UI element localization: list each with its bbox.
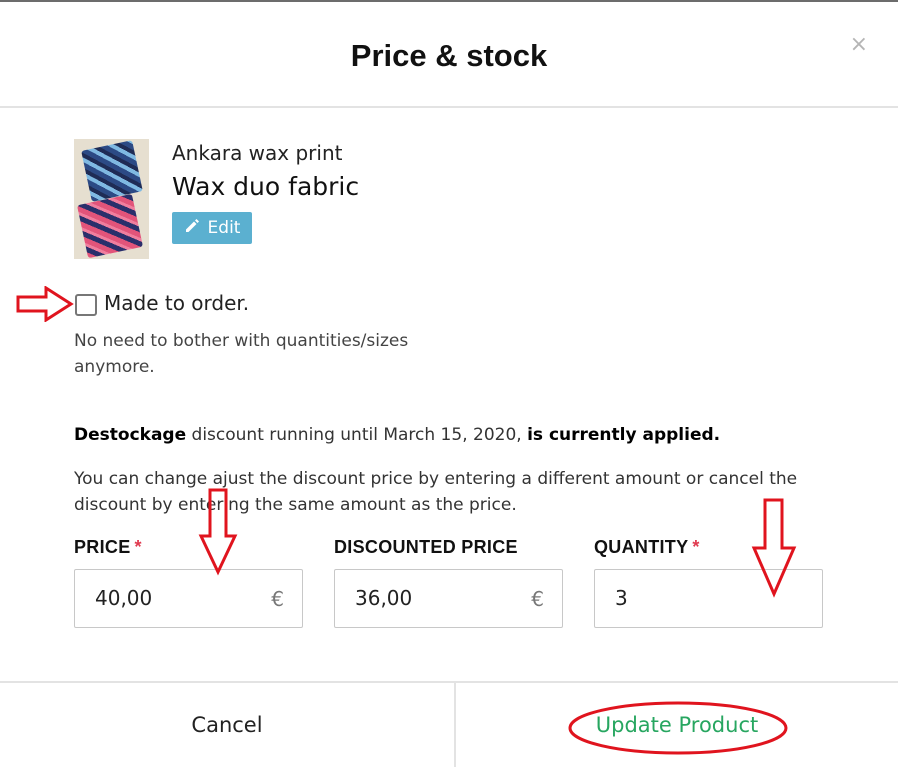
fabric-swatch-blue — [81, 140, 143, 202]
quantity-required-mark: * — [692, 537, 700, 557]
product-category: Ankara wax print — [172, 141, 343, 165]
made-to-order-help: No need to bother with quantities/sizes … — [74, 331, 409, 377]
price-required-mark: * — [134, 537, 142, 557]
annotation-arrow-right — [16, 286, 74, 322]
annotation-arrow-down-quantity — [751, 498, 797, 598]
edit-button[interactable]: Edit — [172, 212, 252, 244]
annotation-ellipse-update — [568, 701, 788, 755]
product-thumbnail — [74, 139, 149, 259]
made-to-order-label: Made to order. — [104, 291, 250, 315]
made-to-order-checkbox[interactable] — [75, 294, 97, 316]
modal-header: Price & stock × — [0, 2, 898, 108]
cancel-button[interactable]: Cancel — [0, 683, 454, 767]
quantity-label-text: QUANTITY — [594, 537, 689, 557]
discounted-price-input[interactable]: 36,00 € — [334, 569, 563, 628]
price-input[interactable]: 40,00 € — [74, 569, 303, 628]
price-label: PRICE * — [74, 537, 142, 558]
fabric-swatch-pink — [76, 193, 144, 259]
price-currency: € — [271, 587, 284, 611]
discount-info: Destockage discount running until March … — [74, 425, 720, 445]
modal-title: Price & stock — [350, 38, 548, 73]
discount-status: is currently applied. — [527, 425, 721, 445]
edit-label: Edit — [207, 218, 241, 238]
price-label-text: PRICE — [74, 537, 131, 557]
quantity-label: QUANTITY * — [594, 537, 700, 558]
discount-running-text: discount running until March 15, 2020, — [186, 425, 528, 445]
discount-help: You can change ajust the discount price … — [74, 469, 798, 515]
discounted-price-value: 36,00 — [355, 586, 413, 610]
pencil-icon — [184, 218, 200, 239]
discounted-price-label-text: DISCOUNTED PRICE — [334, 537, 518, 557]
discount-name: Destockage — [74, 425, 187, 445]
product-name: Wax duo fabric — [172, 172, 360, 201]
annotation-arrow-down-price — [198, 488, 238, 576]
price-value: 40,00 — [95, 586, 153, 610]
quantity-value: 3 — [615, 586, 628, 610]
discounted-price-label: DISCOUNTED PRICE — [334, 537, 518, 558]
discounted-price-currency: € — [531, 587, 544, 611]
close-icon[interactable]: × — [850, 34, 868, 56]
